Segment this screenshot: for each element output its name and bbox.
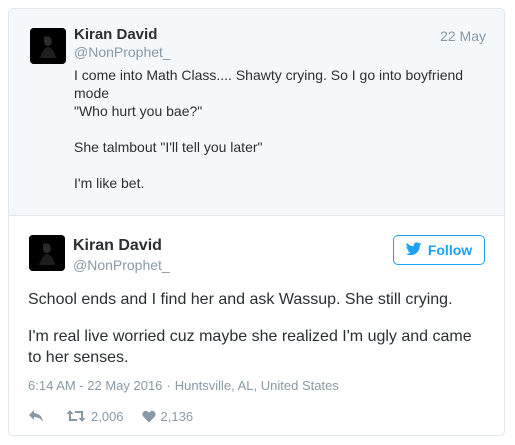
author-name[interactable]: Kiran David xyxy=(73,237,162,255)
retweet-button[interactable]: 2,006 xyxy=(66,409,124,424)
avatar[interactable] xyxy=(30,28,66,64)
reply-arrow-icon xyxy=(28,409,44,423)
author-handle[interactable]: @NonProphet_ xyxy=(73,257,170,273)
tweet-location[interactable]: Huntsville, AL, United States xyxy=(175,378,339,393)
separator: · xyxy=(166,378,171,393)
tweet-actions: 2,006 2,136 xyxy=(28,406,193,426)
like-button[interactable]: 2,136 xyxy=(141,408,194,424)
avatar[interactable] xyxy=(29,235,65,271)
tweet-text-line: I come into Math Class.... Shawty crying… xyxy=(74,67,464,101)
heart-icon xyxy=(141,410,156,423)
tweet-text-line: "Who hurt you bae?" xyxy=(74,103,203,119)
retweet-count: 2,006 xyxy=(91,408,124,424)
quoted-tweet-text: I come into Math Class.... Shawty crying… xyxy=(74,66,484,192)
reply-button[interactable] xyxy=(28,409,44,423)
author-handle[interactable]: @NonProphet_ xyxy=(74,44,171,60)
tweet-paragraph: I'm real live worried cuz maybe she real… xyxy=(28,328,472,366)
tweet-text: School ends and I find her and ask Wassu… xyxy=(28,289,488,368)
quoted-tweet[interactable]: Kiran David @NonProphet_ 22 May I come i… xyxy=(9,9,504,216)
tweet-paragraph: School ends and I find her and ask Wassu… xyxy=(28,291,453,308)
twitter-bird-icon xyxy=(405,241,422,259)
tweet-metadata: 6:14 AM - 22 May 2016 · Huntsville, AL, Un… xyxy=(28,378,339,393)
like-count: 2,136 xyxy=(160,408,194,424)
tweet-text-line: I'm like bet. xyxy=(74,175,145,191)
tweet-embed-card: Kiran David @NonProphet_ 22 May I come i… xyxy=(8,8,505,436)
tweet-timestamp[interactable]: 6:14 AM - 22 May 2016 xyxy=(28,378,162,393)
retweet-icon xyxy=(66,409,86,423)
follow-button[interactable]: Follow xyxy=(393,235,485,265)
follow-label: Follow xyxy=(427,242,473,258)
author-name[interactable]: Kiran David xyxy=(74,26,157,43)
tweet-text-line: She talmbout "I'll tell you later" xyxy=(74,139,263,155)
tweet-date[interactable]: 22 May xyxy=(440,28,486,44)
